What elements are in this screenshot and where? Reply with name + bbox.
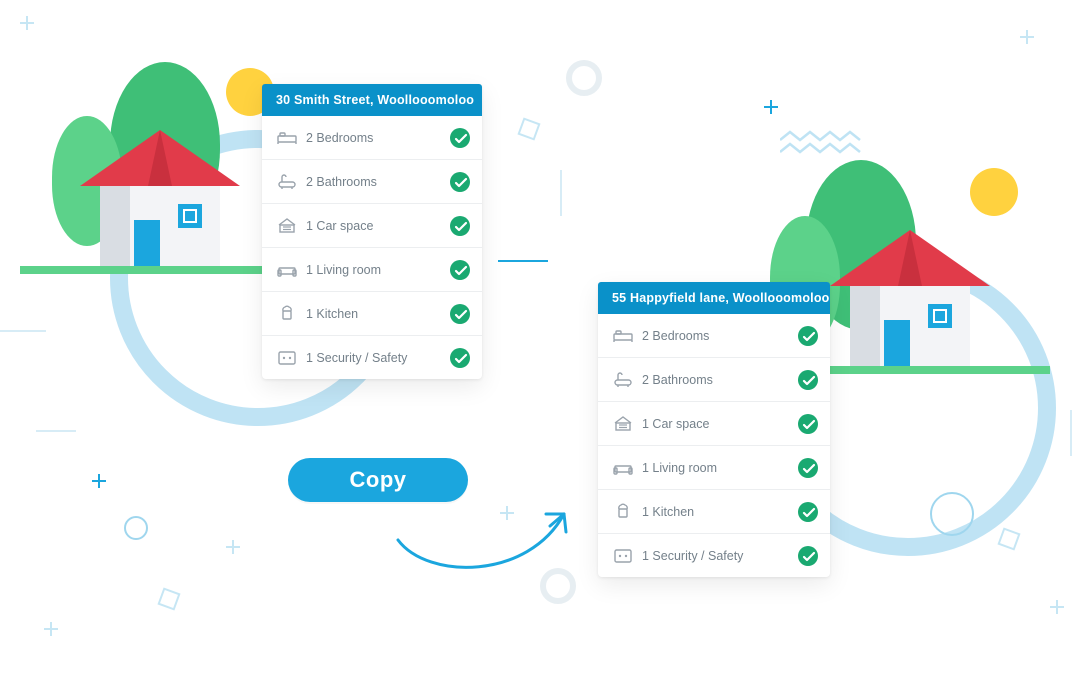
deco-plus <box>44 622 58 636</box>
deco-plus <box>92 474 106 488</box>
chef-icon <box>610 501 636 523</box>
property-feature-row: 1 Kitchen <box>262 292 482 336</box>
property-feature-row: 2 Bathrooms <box>262 160 482 204</box>
deco-line <box>1070 410 1072 456</box>
feature-label: 1 Living room <box>636 461 798 475</box>
feature-label: 1 Kitchen <box>636 505 798 519</box>
check-icon <box>798 370 818 390</box>
card-address: 30 Smith Street, Woollooomoloo <box>262 84 482 116</box>
card-address: 55 Happyfield lane, Woollooomoloo <box>598 282 830 314</box>
car-icon <box>274 215 300 237</box>
feature-label: 1 Living room <box>300 263 450 277</box>
bath-icon <box>610 369 636 391</box>
property-feature-row: 2 Bathrooms <box>598 358 830 402</box>
property-card-target: 55 Happyfield lane, Woollooomoloo 2 Bedr… <box>598 282 830 577</box>
check-icon <box>798 502 818 522</box>
check-icon <box>798 546 818 566</box>
check-icon <box>798 326 818 346</box>
property-feature-row: 1 Living room <box>262 248 482 292</box>
bath-icon <box>274 171 300 193</box>
bed-icon <box>274 127 300 149</box>
deco-plus <box>226 540 240 554</box>
deco-line <box>498 260 548 262</box>
property-feature-row: 1 Security / Safety <box>262 336 482 379</box>
property-feature-row: 2 Bedrooms <box>262 116 482 160</box>
safe-icon <box>274 347 300 369</box>
feature-label: 1 Security / Safety <box>300 351 450 365</box>
deco-ring <box>566 60 602 96</box>
copy-arrow-icon <box>388 500 588 595</box>
check-icon <box>450 172 470 192</box>
feature-label: 2 Bedrooms <box>300 131 450 145</box>
deco-line <box>0 330 46 332</box>
copy-button-label: Copy <box>350 467 407 493</box>
sofa-icon <box>610 457 636 479</box>
deco-ring-outline <box>930 492 974 536</box>
feature-label: 1 Car space <box>636 417 798 431</box>
check-icon <box>450 304 470 324</box>
deco-line <box>36 430 76 432</box>
chef-icon <box>274 303 300 325</box>
check-icon <box>450 260 470 280</box>
feature-label: 2 Bathrooms <box>300 175 450 189</box>
copy-button[interactable]: Copy <box>288 458 468 502</box>
deco-plus <box>1050 600 1064 614</box>
check-icon <box>450 128 470 148</box>
check-icon <box>798 458 818 478</box>
feature-label: 1 Car space <box>300 219 450 233</box>
deco-square <box>517 117 540 140</box>
deco-ring-outline <box>124 516 148 540</box>
property-feature-row: 1 Car space <box>262 204 482 248</box>
property-feature-row: 1 Living room <box>598 446 830 490</box>
deco-plus <box>764 100 778 114</box>
car-icon <box>610 413 636 435</box>
feature-label: 1 Kitchen <box>300 307 450 321</box>
check-icon <box>798 414 818 434</box>
deco-plus <box>20 16 34 30</box>
bed-icon <box>610 325 636 347</box>
check-icon <box>450 348 470 368</box>
safe-icon <box>610 545 636 567</box>
feature-label: 1 Security / Safety <box>636 549 798 563</box>
property-feature-row: 1 Security / Safety <box>598 534 830 577</box>
feature-label: 2 Bathrooms <box>636 373 798 387</box>
check-icon <box>450 216 470 236</box>
feature-label: 2 Bedrooms <box>636 329 798 343</box>
deco-plus <box>1020 30 1034 44</box>
property-feature-row: 1 Car space <box>598 402 830 446</box>
deco-square <box>157 587 180 610</box>
deco-square <box>997 527 1020 550</box>
property-feature-row: 2 Bedrooms <box>598 314 830 358</box>
deco-line <box>560 170 562 216</box>
sofa-icon <box>274 259 300 281</box>
property-feature-row: 1 Kitchen <box>598 490 830 534</box>
property-card-source: 30 Smith Street, Woollooomoloo 2 Bedroom… <box>262 84 482 379</box>
